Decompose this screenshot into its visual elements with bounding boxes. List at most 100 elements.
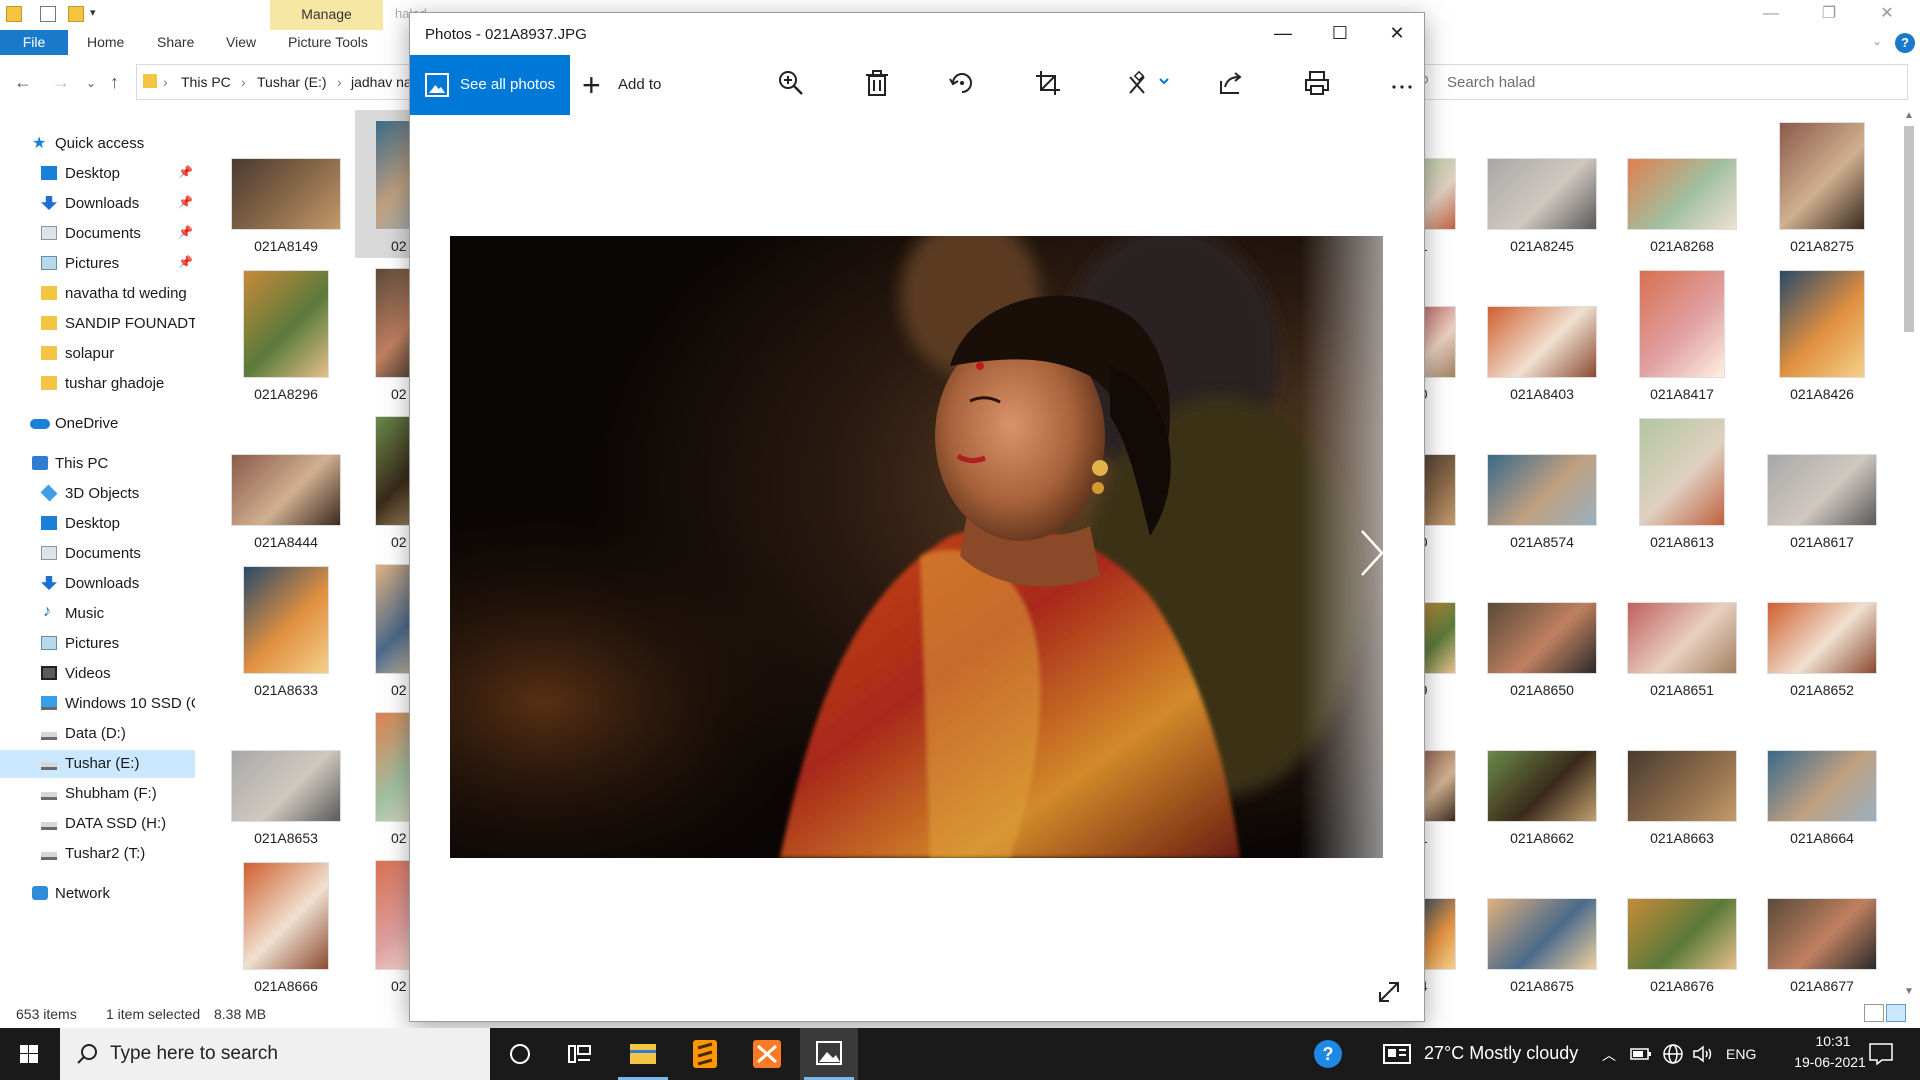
globe-network-icon[interactable] bbox=[1662, 1043, 1684, 1065]
crop-icon[interactable] bbox=[1032, 69, 1064, 101]
file-thumbnail[interactable]: 021A8676 bbox=[1616, 850, 1748, 998]
clock-time[interactable]: 10:31 bbox=[1788, 1033, 1878, 1049]
nav-drive-t[interactable]: Tushar2 (T:) bbox=[0, 840, 195, 868]
nav-videos[interactable]: Videos bbox=[0, 660, 195, 688]
print-icon[interactable] bbox=[1301, 69, 1333, 101]
address-bar[interactable]: › This PC › Tushar (E:) › jadhav na bbox=[136, 64, 416, 100]
file-thumbnail[interactable]: 021A8245 bbox=[1476, 110, 1608, 258]
file-thumbnail[interactable]: 021A8677 bbox=[1756, 850, 1888, 998]
nav-drive-c[interactable]: Windows 10 SSD (C bbox=[0, 690, 195, 718]
file-thumbnail[interactable]: 02 bbox=[355, 554, 411, 702]
fullscreen-expand-icon[interactable] bbox=[1375, 978, 1403, 1006]
nav-onedrive[interactable]: OneDrive bbox=[0, 410, 195, 438]
nav-quick-pictures[interactable]: Pictures 📌 bbox=[0, 250, 195, 278]
nav-3d-objects[interactable]: 3D Objects bbox=[0, 480, 195, 508]
file-thumbnail[interactable]: 021A8403 bbox=[1476, 258, 1608, 406]
taskbar-search-box[interactable]: Type here to search bbox=[60, 1028, 490, 1080]
breadcrumb-tushar-drive[interactable]: Tushar (E:) bbox=[257, 74, 327, 90]
explorer-minimize-button[interactable]: — bbox=[1748, 0, 1794, 30]
file-thumbnail[interactable]: 021A8653 bbox=[220, 702, 352, 850]
help-icon[interactable]: ? bbox=[1895, 33, 1915, 53]
ribbon-tab-file[interactable]: File bbox=[0, 30, 68, 55]
file-thumbnail[interactable]: 021A8149 bbox=[220, 110, 352, 258]
nav-quick-solapur[interactable]: solapur bbox=[0, 340, 195, 368]
taskbar-photos[interactable] bbox=[800, 1028, 858, 1080]
file-thumbnail[interactable]: 02 bbox=[355, 258, 411, 406]
nav-quick-tushar[interactable]: tushar ghadoje bbox=[0, 370, 195, 398]
nav-pc-desktop[interactable]: Desktop bbox=[0, 510, 195, 538]
manage-contextual-tab[interactable]: Manage bbox=[270, 0, 383, 30]
vertical-scrollbar[interactable]: ▲ ▼ bbox=[1900, 110, 1918, 1000]
new-folder-icon[interactable] bbox=[68, 6, 84, 22]
file-thumbnail[interactable]: 021A8417 bbox=[1616, 258, 1748, 406]
nav-drive-d[interactable]: Data (D:) bbox=[0, 720, 195, 748]
large-icons-view-icon[interactable] bbox=[1886, 1004, 1906, 1022]
nav-pc-documents[interactable]: Documents bbox=[0, 540, 195, 568]
scroll-down-icon[interactable]: ▼ bbox=[1904, 986, 1914, 997]
battery-icon[interactable] bbox=[1630, 1046, 1652, 1062]
nav-quick-desktop[interactable]: Desktop 📌 bbox=[0, 160, 195, 188]
file-thumbnail[interactable]: 02 bbox=[355, 110, 411, 258]
volume-icon[interactable] bbox=[1692, 1044, 1714, 1064]
nav-music[interactable]: ♪ Music bbox=[0, 600, 195, 628]
file-thumbnail[interactable]: 02 bbox=[355, 406, 411, 554]
forward-arrow-icon[interactable]: → bbox=[52, 72, 70, 93]
file-thumbnail[interactable]: 021A8666 bbox=[220, 850, 352, 998]
taskbar-xampp[interactable] bbox=[738, 1028, 796, 1080]
file-thumbnail[interactable]: 021A8650 bbox=[1476, 554, 1608, 702]
explorer-restore-button[interactable]: ❐ bbox=[1806, 0, 1852, 30]
file-thumbnail[interactable]: 021A8662 bbox=[1476, 702, 1608, 850]
breadcrumb-folder[interactable]: jadhav na bbox=[351, 74, 412, 90]
taskbar-file-explorer[interactable] bbox=[614, 1028, 672, 1080]
nav-quick-documents[interactable]: Documents 📌 bbox=[0, 220, 195, 248]
share-icon[interactable] bbox=[1215, 69, 1247, 101]
rotate-icon[interactable] bbox=[946, 69, 978, 101]
file-thumbnail[interactable]: 02 bbox=[355, 850, 411, 998]
file-thumbnail[interactable]: 021A8675 bbox=[1476, 850, 1608, 998]
file-thumbnail[interactable]: 021A8296 bbox=[220, 258, 352, 406]
cortana-button[interactable] bbox=[491, 1028, 549, 1080]
start-button[interactable] bbox=[0, 1028, 58, 1080]
ribbon-tab-picture-tools[interactable]: Picture Tools bbox=[288, 30, 368, 55]
file-thumbnail[interactable]: 021A8633 bbox=[220, 554, 352, 702]
taskbar-sublime-text[interactable] bbox=[676, 1028, 734, 1080]
language-indicator[interactable]: ENG bbox=[1726, 1046, 1756, 1062]
file-thumbnail[interactable]: 021A8663 bbox=[1616, 702, 1748, 850]
scrollbar-thumb[interactable] bbox=[1904, 126, 1914, 332]
help-tray-icon[interactable]: ? bbox=[1314, 1040, 1342, 1068]
ribbon-tab-share[interactable]: Share bbox=[157, 30, 194, 55]
ribbon-tab-home[interactable]: Home bbox=[87, 30, 124, 55]
task-view-button[interactable] bbox=[551, 1028, 609, 1080]
nav-quick-sandip[interactable]: SANDIP FOUNADTI( bbox=[0, 310, 195, 338]
zoom-icon[interactable] bbox=[775, 69, 807, 101]
more-options-icon[interactable] bbox=[1386, 69, 1418, 101]
file-thumbnail[interactable]: 021A8651 bbox=[1616, 554, 1748, 702]
see-all-photos-button[interactable]: See all photos bbox=[410, 55, 570, 115]
file-thumbnail[interactable]: 021A8444 bbox=[220, 406, 352, 554]
scroll-up-icon[interactable]: ▲ bbox=[1904, 110, 1914, 121]
delete-icon[interactable] bbox=[861, 69, 893, 101]
nav-pc-pictures[interactable]: Pictures bbox=[0, 630, 195, 658]
tray-overflow-chevron-icon[interactable]: ︿ bbox=[1602, 1045, 1616, 1065]
nav-drive-h[interactable]: DATA SSD (H:) bbox=[0, 810, 195, 838]
explorer-close-button[interactable]: ✕ bbox=[1864, 0, 1910, 30]
file-thumbnail[interactable]: 021A8652 bbox=[1756, 554, 1888, 702]
file-thumbnail[interactable]: 021A8613 bbox=[1616, 406, 1748, 554]
photos-maximize-button[interactable]: ☐ bbox=[1312, 13, 1368, 55]
nav-quick-access[interactable]: ★ Quick access bbox=[0, 130, 195, 158]
photos-minimize-button[interactable]: — bbox=[1255, 13, 1311, 55]
file-thumbnail[interactable]: 021A8664 bbox=[1756, 702, 1888, 850]
up-arrow-icon[interactable]: ↑ bbox=[110, 72, 119, 93]
breadcrumb-this-pc[interactable]: This PC bbox=[181, 74, 231, 90]
next-photo-chevron-icon[interactable] bbox=[1350, 523, 1390, 583]
details-view-icon[interactable] bbox=[1864, 1004, 1884, 1022]
ribbon-tab-view[interactable]: View bbox=[226, 30, 256, 55]
photos-close-button[interactable]: ✕ bbox=[1369, 13, 1425, 55]
nav-quick-navatha[interactable]: navatha td weding bbox=[0, 280, 195, 308]
customize-quick-access-icon[interactable]: ▾ bbox=[90, 6, 96, 19]
nav-this-pc[interactable]: This PC bbox=[0, 450, 195, 478]
file-thumbnail[interactable]: 02 bbox=[355, 702, 411, 850]
weather-text[interactable]: 27°C Mostly cloudy bbox=[1424, 1043, 1578, 1064]
nav-drive-e[interactable]: Tushar (E:) bbox=[0, 750, 195, 778]
file-thumbnail[interactable]: 021A8574 bbox=[1476, 406, 1608, 554]
